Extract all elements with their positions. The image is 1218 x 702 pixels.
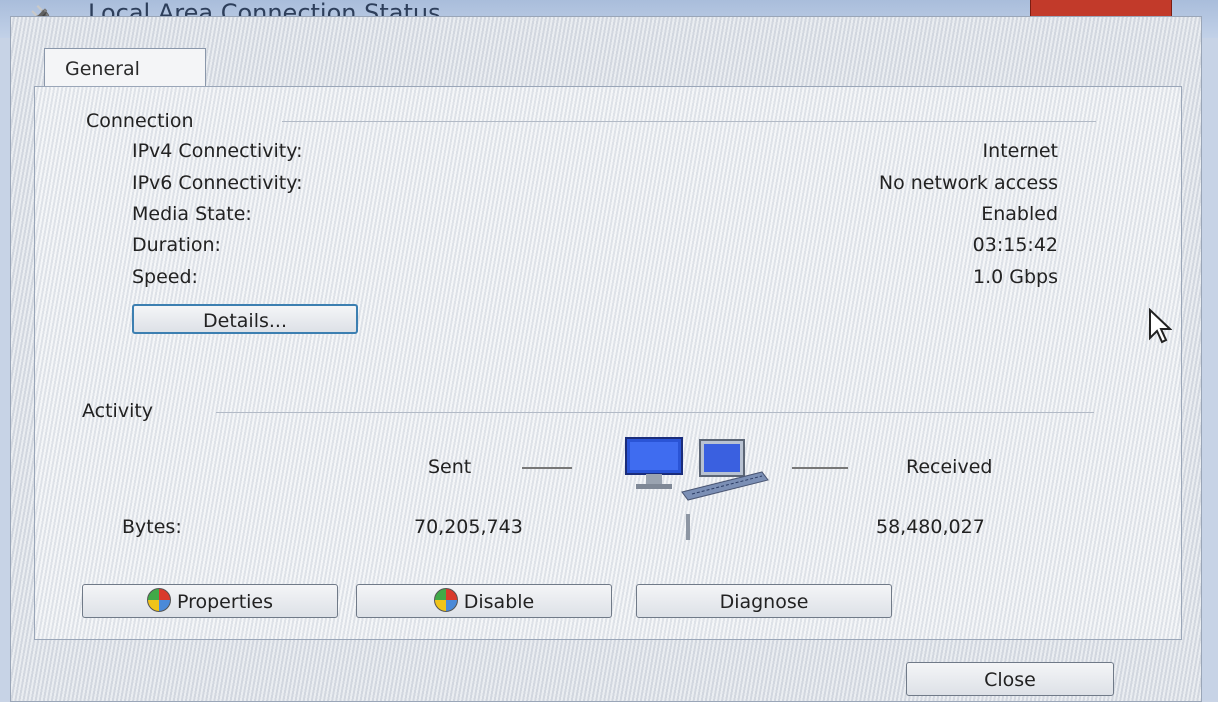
bytes-received-value: 58,480,027: [876, 516, 985, 538]
activity-group-divider: [216, 412, 1094, 413]
status-window: 🔌 Local Area Connection Status General C…: [0, 0, 1218, 702]
sent-line: [522, 467, 572, 469]
close-button[interactable]: Close: [906, 662, 1114, 696]
duration-label: Duration:: [132, 234, 221, 256]
speed-label: Speed:: [132, 266, 198, 288]
ipv4-label: IPv4 Connectivity:: [132, 140, 303, 162]
disable-button-label: Disable: [463, 591, 535, 613]
properties-button-label: Properties: [176, 591, 274, 613]
connection-group-label: Connection: [86, 110, 194, 132]
activity-indicator: [686, 514, 690, 540]
uac-shield-icon: [433, 588, 458, 612]
received-label: Received: [906, 456, 993, 478]
details-button[interactable]: Details...: [132, 304, 358, 334]
uac-shield-icon: [146, 588, 171, 612]
properties-button[interactable]: Properties: [82, 584, 338, 618]
disable-button[interactable]: Disable: [356, 584, 612, 618]
media-state-label: Media State:: [132, 203, 252, 225]
diagnose-button[interactable]: Diagnose: [636, 584, 892, 618]
activity-group-label: Activity: [82, 400, 154, 422]
media-state-value: Enabled: [981, 203, 1058, 225]
tab-panel: [34, 86, 1182, 640]
network-computers-icon: [625, 437, 769, 501]
ipv4-value: Internet: [982, 140, 1058, 162]
ipv6-label: IPv6 Connectivity:: [132, 172, 303, 194]
duration-value: 03:15:42: [972, 234, 1058, 256]
mouse-cursor-icon: [1149, 308, 1172, 344]
speed-value: 1.0 Gbps: [973, 266, 1058, 288]
bytes-label: Bytes:: [122, 516, 182, 538]
received-line: [792, 467, 848, 469]
tab-general[interactable]: General: [44, 48, 206, 89]
ipv6-value: No network access: [878, 172, 1058, 194]
bytes-sent-value: 70,205,743: [414, 516, 523, 538]
sent-label: Sent: [428, 456, 472, 478]
connection-group-divider: [282, 121, 1096, 122]
